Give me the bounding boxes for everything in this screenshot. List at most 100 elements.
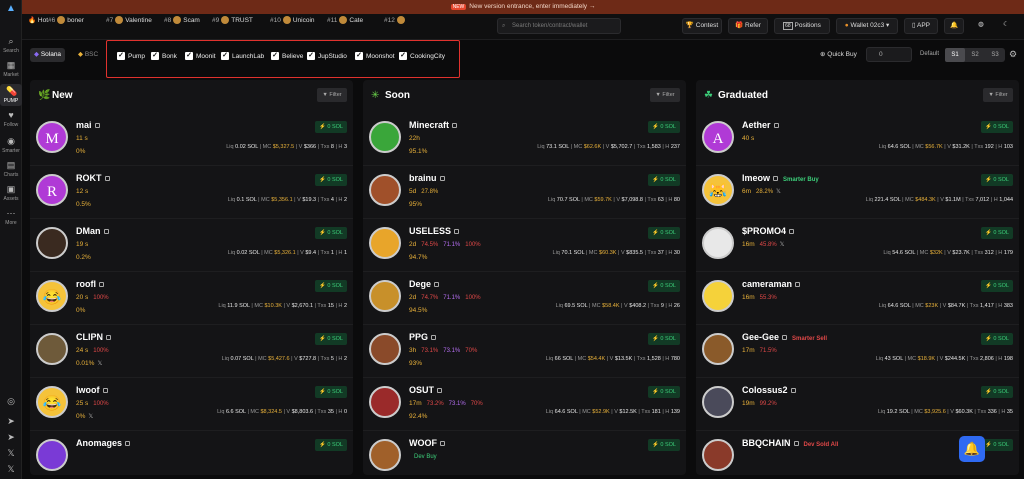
token-name[interactable]: ROKT [76, 173, 110, 183]
token-avatar[interactable] [702, 439, 734, 471]
quick-buy-button[interactable]: ⚡ 0 SOL [981, 439, 1013, 451]
token-row[interactable]: Anomages ⚡ 0 SOL [30, 431, 353, 475]
token-avatar[interactable] [369, 333, 401, 365]
sidebar-item-pump[interactable]: 💊 PUMP [0, 84, 22, 106]
quick-buy-button[interactable]: ⚡ 0 SOL [648, 280, 680, 292]
preset-s3[interactable]: S3 [985, 48, 1005, 62]
token-row[interactable]: USELESS 2d 74.5% 71.1% 100% 94.7% ⚡ 0 SOL Liq 7… [363, 219, 686, 272]
globe-button[interactable]: ◍ [972, 18, 990, 34]
launchpad-checkbox-moonit[interactable]: ✓ Moonit [185, 51, 216, 63]
announcement-banner[interactable]: NEW New version entrance, enter immediate… [22, 0, 1024, 14]
copy-icon[interactable] [454, 229, 460, 235]
token-name[interactable]: USELESS [409, 226, 460, 236]
quick-buy-button[interactable]: ⚡ 0 SOL [648, 439, 680, 451]
token-name[interactable]: OSUT [409, 385, 443, 395]
token-row[interactable]: Gee-Gee Smarter Sell 17m 71.5% ⚡ 0 SOL Liq 43… [696, 325, 1019, 378]
copy-icon[interactable] [103, 229, 109, 235]
token-avatar[interactable]: R [36, 174, 68, 206]
logo[interactable]: ▲ [0, 4, 22, 16]
token-avatar[interactable] [702, 333, 734, 365]
copy-icon[interactable] [99, 282, 104, 288]
telegram-icon-2[interactable]: ➤ [0, 432, 22, 444]
token-avatar[interactable] [369, 227, 401, 259]
token-avatar[interactable]: 😹 [702, 174, 734, 206]
copy-icon[interactable] [437, 388, 443, 394]
token-row[interactable]: OSUT 17m 73.2% 73.1% 70% 92.4% ⚡ 0 SOL Liq 64.6… [363, 378, 686, 431]
token-avatar[interactable]: 😂 [36, 386, 68, 418]
token-row[interactable]: A Aether 40 s ⚡ 0 SOL Liq 64.6 SOL | MC $56.… [696, 113, 1019, 166]
launchpad-checkbox-moonshot[interactable]: ✓ Moonshot [355, 51, 395, 63]
token-avatar[interactable] [36, 227, 68, 259]
copy-icon[interactable] [106, 335, 111, 341]
token-name[interactable]: lwoof [76, 385, 108, 395]
token-name[interactable]: Dege [409, 279, 440, 289]
token-name[interactable]: $PROMO4 [742, 226, 795, 236]
quick-buy-input[interactable]: 0 [866, 47, 912, 62]
x-icon[interactable]: 𝕏 [780, 242, 785, 248]
token-row[interactable]: brainu 5d 27.8% 95% ⚡ 0 SOL Liq 70.7 SOL | MC… [363, 166, 686, 219]
launchpad-checkbox-bonk[interactable]: ✓ Bonk [151, 51, 177, 63]
token-row[interactable]: CLIPN 24 s 100% 0.01% 𝕏 ⚡ 0 SOL Liq 0.07 SOL |… [30, 325, 353, 378]
preset-s1[interactable]: S1 [945, 48, 965, 62]
x-icon[interactable]: 𝕏 [97, 361, 102, 367]
sidebar-item-smarter[interactable]: ◉ Smarter [0, 136, 22, 154]
copy-icon[interactable] [789, 229, 795, 235]
quick-buy-button[interactable]: ⚡ 0 SOL [315, 333, 347, 345]
token-avatar[interactable] [36, 333, 68, 365]
token-row[interactable]: $PROMO4 16m 45.8% 𝕏 ⚡ 0 SOL Liq 54.6 SOL | MC… [696, 219, 1019, 272]
token-name[interactable]: PPG [409, 332, 437, 342]
copy-icon[interactable] [434, 282, 440, 288]
launchpad-checkbox-jupstudio[interactable]: ✓ JupStudio [307, 51, 347, 63]
sidebar-item-charts[interactable]: ▤ Charts [0, 160, 22, 178]
hot-item[interactable]: #8 Scam [164, 14, 200, 28]
token-row[interactable]: DMan 19 s 0.2% ⚡ 0 SOL Liq 0.02 SOL | MC $5,… [30, 219, 353, 272]
copy-icon[interactable] [793, 441, 799, 447]
copy-icon[interactable] [795, 282, 801, 288]
quick-buy-button[interactable]: ⚡ 0 SOL [981, 386, 1013, 398]
hot-item[interactable]: #6 boner [48, 14, 84, 28]
launchpad-checkbox-believe[interactable]: ✓ Believe [271, 51, 303, 63]
token-row[interactable]: PPG 3h 73.1% 73.1% 70% 93% ⚡ 0 SOL Liq 66 SOL |… [363, 325, 686, 378]
hot-item[interactable]: #7 Valentine [106, 14, 152, 28]
chain-bsc[interactable]: ◆ BSC [74, 48, 102, 62]
quick-buy-button[interactable]: ⚡ 0 SOL [648, 227, 680, 239]
quick-buy-button[interactable]: ⚡ 0 SOL [315, 121, 347, 133]
token-avatar[interactable]: A [702, 121, 734, 153]
quick-buy-button[interactable]: ⚡ 0 SOL [315, 174, 347, 186]
token-row[interactable]: Dege 2d 74.7% 71.1% 100% 94.5% ⚡ 0 SOL Liq 69.5… [363, 272, 686, 325]
sidebar-item-market[interactable]: ▦ Market [0, 60, 22, 78]
token-name[interactable]: mai [76, 120, 100, 130]
preset-s2[interactable]: S2 [965, 48, 985, 62]
copy-icon[interactable] [102, 388, 108, 394]
launchpad-checkbox-pump[interactable]: ✓ Pump [117, 51, 145, 63]
chain-solana[interactable]: ◆ Solana [30, 48, 66, 62]
x-icon[interactable]: 𝕏 [88, 414, 93, 420]
token-name[interactable]: cameraman [742, 279, 801, 289]
token-row[interactable]: R ROKT 12 s 0.5% ⚡ 0 SOL Liq 0.1 SOL | MC $5,… [30, 166, 353, 219]
token-name[interactable]: CLIPN [76, 332, 111, 342]
hot-item[interactable]: #12‌ [384, 14, 407, 28]
copy-icon[interactable] [439, 176, 445, 182]
settings-gear-icon[interactable]: ⚙ [1009, 49, 1017, 60]
quick-buy-button[interactable]: ⚡ 0 SOL [981, 174, 1013, 186]
token-avatar[interactable] [702, 280, 734, 312]
token-name[interactable]: brainu [409, 173, 445, 183]
quick-buy-button[interactable]: ⚡ 0 SOL [315, 227, 347, 239]
token-name[interactable]: Minecraft [409, 120, 458, 130]
quick-buy-button[interactable]: ⚡ 0 SOL [648, 333, 680, 345]
token-avatar[interactable] [369, 174, 401, 206]
token-avatar[interactable] [702, 386, 734, 418]
token-name[interactable]: DMan [76, 226, 109, 236]
quick-buy-button[interactable]: ⚡ 0 SOL [315, 280, 347, 292]
quick-buy-button[interactable]: ⚡ 0 SOL [648, 121, 680, 133]
quick-buy-button[interactable]: ⚡ 0 SOL [315, 439, 347, 451]
token-avatar[interactable] [369, 280, 401, 312]
launchpad-checkbox-cookingcity[interactable]: ✓ CookingCity [399, 51, 445, 63]
sidebar-item-assets[interactable]: ▣ Assets [0, 184, 22, 202]
x-icon[interactable]: 𝕏 [0, 448, 22, 460]
search-input[interactable]: ⌕ Search token/contract/wallet [497, 18, 621, 34]
refer-button[interactable]: 🎁 Refer [728, 18, 768, 34]
token-name[interactable]: Colossus2 [742, 385, 796, 395]
quick-buy-button[interactable]: ⚡ 0 SOL [648, 174, 680, 186]
x-icon[interactable]: 𝕏 [776, 189, 781, 195]
